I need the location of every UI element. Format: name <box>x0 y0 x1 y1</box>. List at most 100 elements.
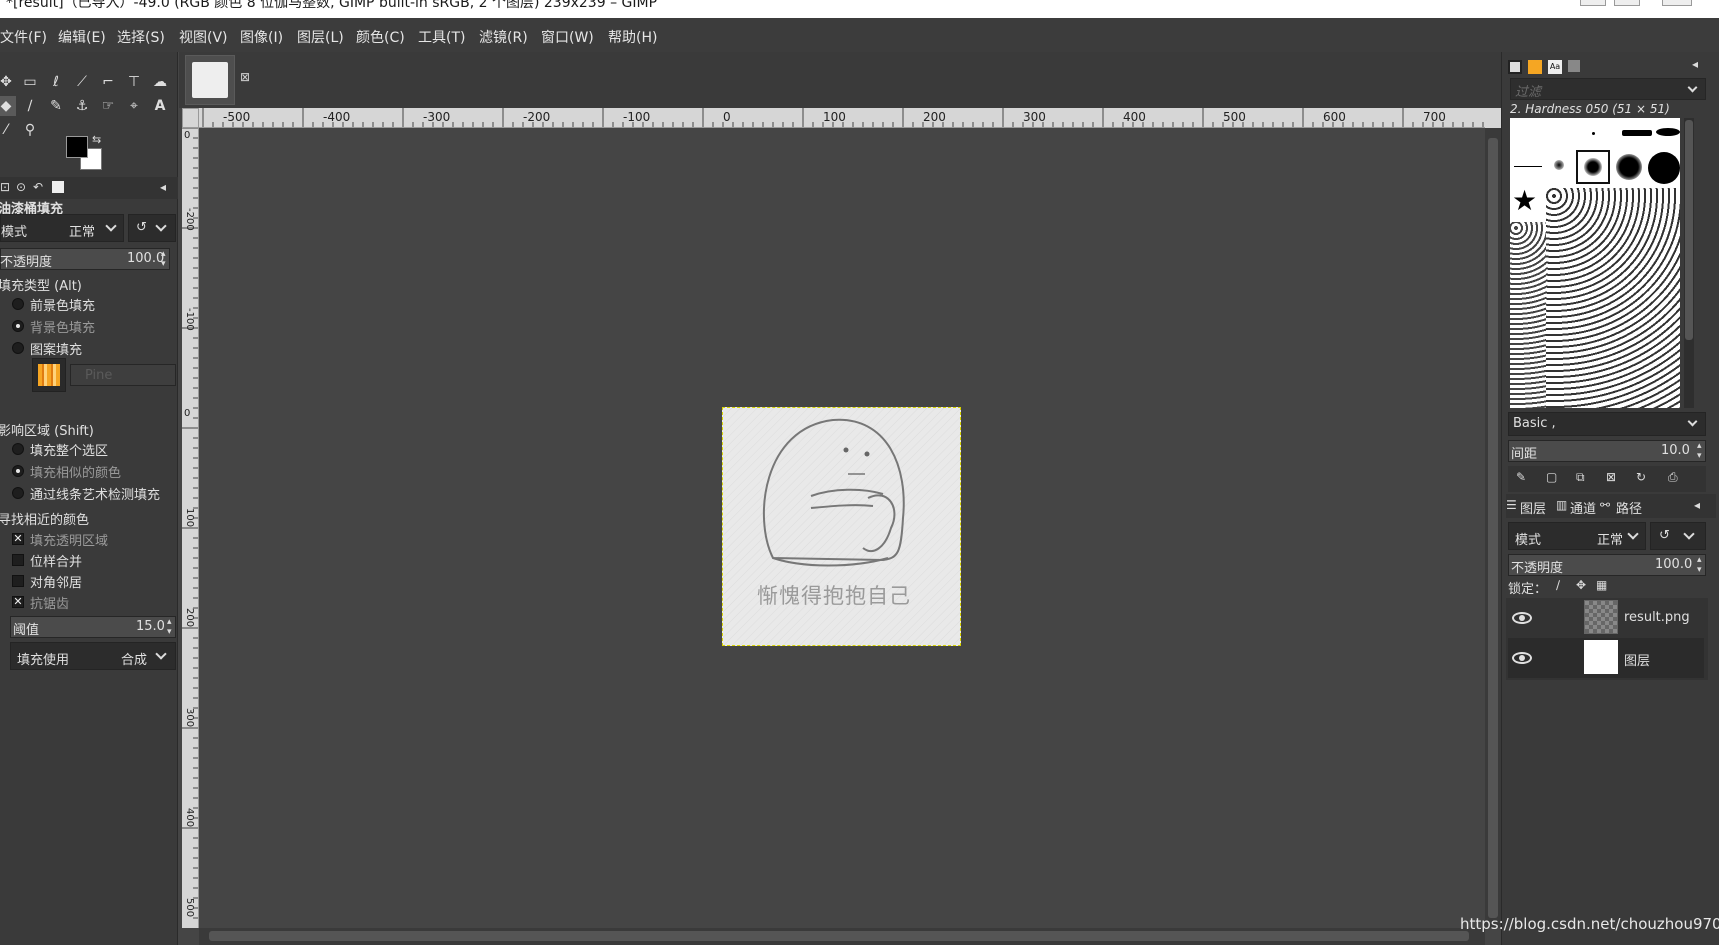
tab-channels[interactable]: 通道 <box>1570 498 1596 517</box>
fill-by-combo[interactable]: 填充使用 合成 <box>10 642 176 670</box>
menu-layer[interactable]: 图层(L) <box>297 27 344 47</box>
image-tab-thumbnail[interactable] <box>185 55 235 105</box>
threshold-slider[interactable]: 阈值 15.0 ▴ ▾ <box>10 616 176 638</box>
pattern-name-field[interactable]: Pine <box>70 364 176 386</box>
fill-transparent-checkbox[interactable]: ✕ <box>12 533 24 545</box>
brush-grid-scrollbar[interactable] <box>1684 118 1694 408</box>
layer-row-result[interactable]: result.png <box>1508 598 1704 638</box>
layer-row-layer[interactable]: 图层 <box>1508 638 1704 678</box>
delete-brush-icon[interactable]: ⊠ <box>1606 470 1616 484</box>
mode-combo[interactable]: 模式 正常 <box>0 214 124 242</box>
brush-preview[interactable] <box>1648 152 1680 184</box>
brush-filter-input[interactable]: 过滤 <box>1510 78 1706 100</box>
images-tab-icon[interactable] <box>52 181 64 193</box>
spinner-icon[interactable]: ▴ ▾ <box>1697 555 1702 575</box>
menu-filters[interactable]: 滤镜(R) <box>479 27 528 47</box>
fill-type-pattern-radio[interactable] <box>12 342 24 354</box>
menu-image[interactable]: 图像(I) <box>240 27 283 47</box>
move-tool-icon[interactable]: ✥ <box>0 72 16 92</box>
document-history-tab-icon[interactable] <box>1568 60 1580 72</box>
vertical-scrollbar[interactable] <box>1485 128 1501 928</box>
menu-help[interactable]: 帮助(H) <box>608 27 657 47</box>
brush-spacing-slider[interactable]: 间距 10.0 ▴ ▾ <box>1508 440 1706 462</box>
lock-pixels-icon[interactable]: ∕ <box>1556 578 1560 592</box>
minimize-button[interactable] <box>1580 0 1606 6</box>
paths-tool-icon[interactable]: ⌖ <box>124 96 144 116</box>
undo-history-tab-icon[interactable]: ↶ <box>33 180 43 194</box>
eraser-tool-icon[interactable]: ✎ <box>46 96 66 116</box>
tool-options-tab-icon[interactable]: ⊡ <box>0 180 10 194</box>
brush-preview[interactable] <box>1616 154 1642 180</box>
brush-preview[interactable] <box>1622 130 1652 136</box>
open-brush-file-icon[interactable]: ⎙ <box>1668 470 1678 485</box>
layer-mode-combo[interactable]: 模式 正常 <box>1508 522 1646 550</box>
spinner-icon[interactable]: ▴ ▾ <box>161 249 166 269</box>
spinner-icon[interactable]: ▴ ▾ <box>167 617 172 637</box>
menu-colors[interactable]: 颜色(C) <box>356 27 405 47</box>
swap-colors-icon[interactable]: ⇆ <box>92 133 101 146</box>
zoom-tool-icon[interactable]: ⚲ <box>20 120 40 140</box>
horizontal-scrollbar[interactable] <box>199 928 1485 945</box>
brush-preview[interactable] <box>1514 166 1542 167</box>
layer-name[interactable]: result.png <box>1624 610 1690 625</box>
brushes-tab-icon[interactable] <box>1508 60 1522 74</box>
brush-preview[interactable] <box>1554 160 1564 170</box>
lasso-tool-icon[interactable]: ℓ <box>46 72 66 92</box>
menu-view[interactable]: 视图(V) <box>179 27 228 47</box>
layer-mode-reset-combo[interactable]: ↺ <box>1650 522 1706 550</box>
menu-select[interactable]: 选择(S) <box>117 27 165 47</box>
area-line-art-radio[interactable] <box>12 487 24 499</box>
tab-layers[interactable]: 图层 <box>1520 498 1546 517</box>
lock-position-icon[interactable]: ✥ <box>1576 578 1586 592</box>
edit-brush-icon[interactable]: ✎ <box>1516 470 1526 484</box>
bucket-fill-tool-icon[interactable]: ◆ <box>0 96 16 116</box>
tab-menu-icon[interactable]: ◂ <box>160 180 166 194</box>
menu-file[interactable]: 文件(F) <box>0 27 47 47</box>
rect-select-tool-icon[interactable]: ▭ <box>20 72 40 92</box>
menu-tools[interactable]: 工具(T) <box>418 27 465 47</box>
brush-grid[interactable]: ★ <box>1510 118 1680 408</box>
texture-brushes[interactable] <box>1546 188 1680 408</box>
foreground-color-swatch[interactable] <box>66 136 88 158</box>
zoom-on-resize-button[interactable] <box>1485 108 1501 128</box>
pattern-preview-button[interactable] <box>32 358 66 392</box>
visibility-eye-icon[interactable] <box>1512 612 1532 624</box>
antialias-checkbox[interactable]: ✕ <box>12 596 24 608</box>
area-whole-selection-radio[interactable] <box>12 443 24 455</box>
visibility-eye-icon[interactable] <box>1512 652 1532 664</box>
close-window-button[interactable] <box>1662 0 1692 6</box>
layer-name[interactable]: 图层 <box>1624 650 1650 669</box>
refresh-brushes-icon[interactable]: ↻ <box>1636 470 1646 484</box>
area-similar-colors-radio[interactable] <box>12 465 24 477</box>
image-content[interactable]: 惭愧得抱抱自己 <box>722 407 961 646</box>
fill-type-bg-radio[interactable] <box>12 320 24 332</box>
opacity-slider[interactable]: 不透明度 100.0 ▴ ▾ <box>0 248 170 270</box>
transform-tool-icon[interactable]: ⊤ <box>124 72 144 92</box>
device-status-tab-icon[interactable]: ⊙ <box>16 180 26 194</box>
spinner-icon[interactable]: ▴ ▾ <box>1697 441 1702 461</box>
ruler-corner[interactable] <box>182 108 199 128</box>
layer-opacity-slider[interactable]: 不透明度 100.0 ▴ ▾ <box>1508 554 1706 576</box>
new-brush-icon[interactable]: ▢ <box>1546 470 1557 484</box>
menu-windows[interactable]: 窗口(W) <box>541 27 594 47</box>
paintbrush-tool-icon[interactable]: ∕ <box>20 96 40 116</box>
fuzzy-select-tool-icon[interactable]: ⟋ <box>72 72 92 92</box>
maximize-button[interactable] <box>1614 0 1640 6</box>
warp-tool-icon[interactable]: ☁ <box>150 72 170 92</box>
mode-reset-combo[interactable]: ↺ <box>128 214 176 242</box>
smudge-tool-icon[interactable]: ☞ <box>98 96 118 116</box>
vertical-scroll-thumb[interactable] <box>1488 138 1498 918</box>
brush-preview[interactable] <box>1592 132 1595 135</box>
texture-brushes[interactable] <box>1510 222 1546 408</box>
menu-edit[interactable]: 编辑(E) <box>58 27 106 47</box>
fill-type-fg-radio[interactable] <box>12 298 24 310</box>
duplicate-brush-icon[interactable]: ⧉ <box>1576 470 1585 485</box>
tab-paths[interactable]: 路径 <box>1616 498 1642 517</box>
dock-menu-icon[interactable]: ◂ <box>1694 498 1700 512</box>
sample-merged-checkbox[interactable] <box>12 554 24 566</box>
crop-tool-icon[interactable]: ⌐ <box>98 72 118 92</box>
selected-brush[interactable] <box>1576 150 1610 184</box>
horizontal-scroll-thumb[interactable] <box>209 931 1469 941</box>
lock-alpha-icon[interactable]: ▦ <box>1596 578 1607 592</box>
brush-preview[interactable] <box>1656 128 1680 136</box>
